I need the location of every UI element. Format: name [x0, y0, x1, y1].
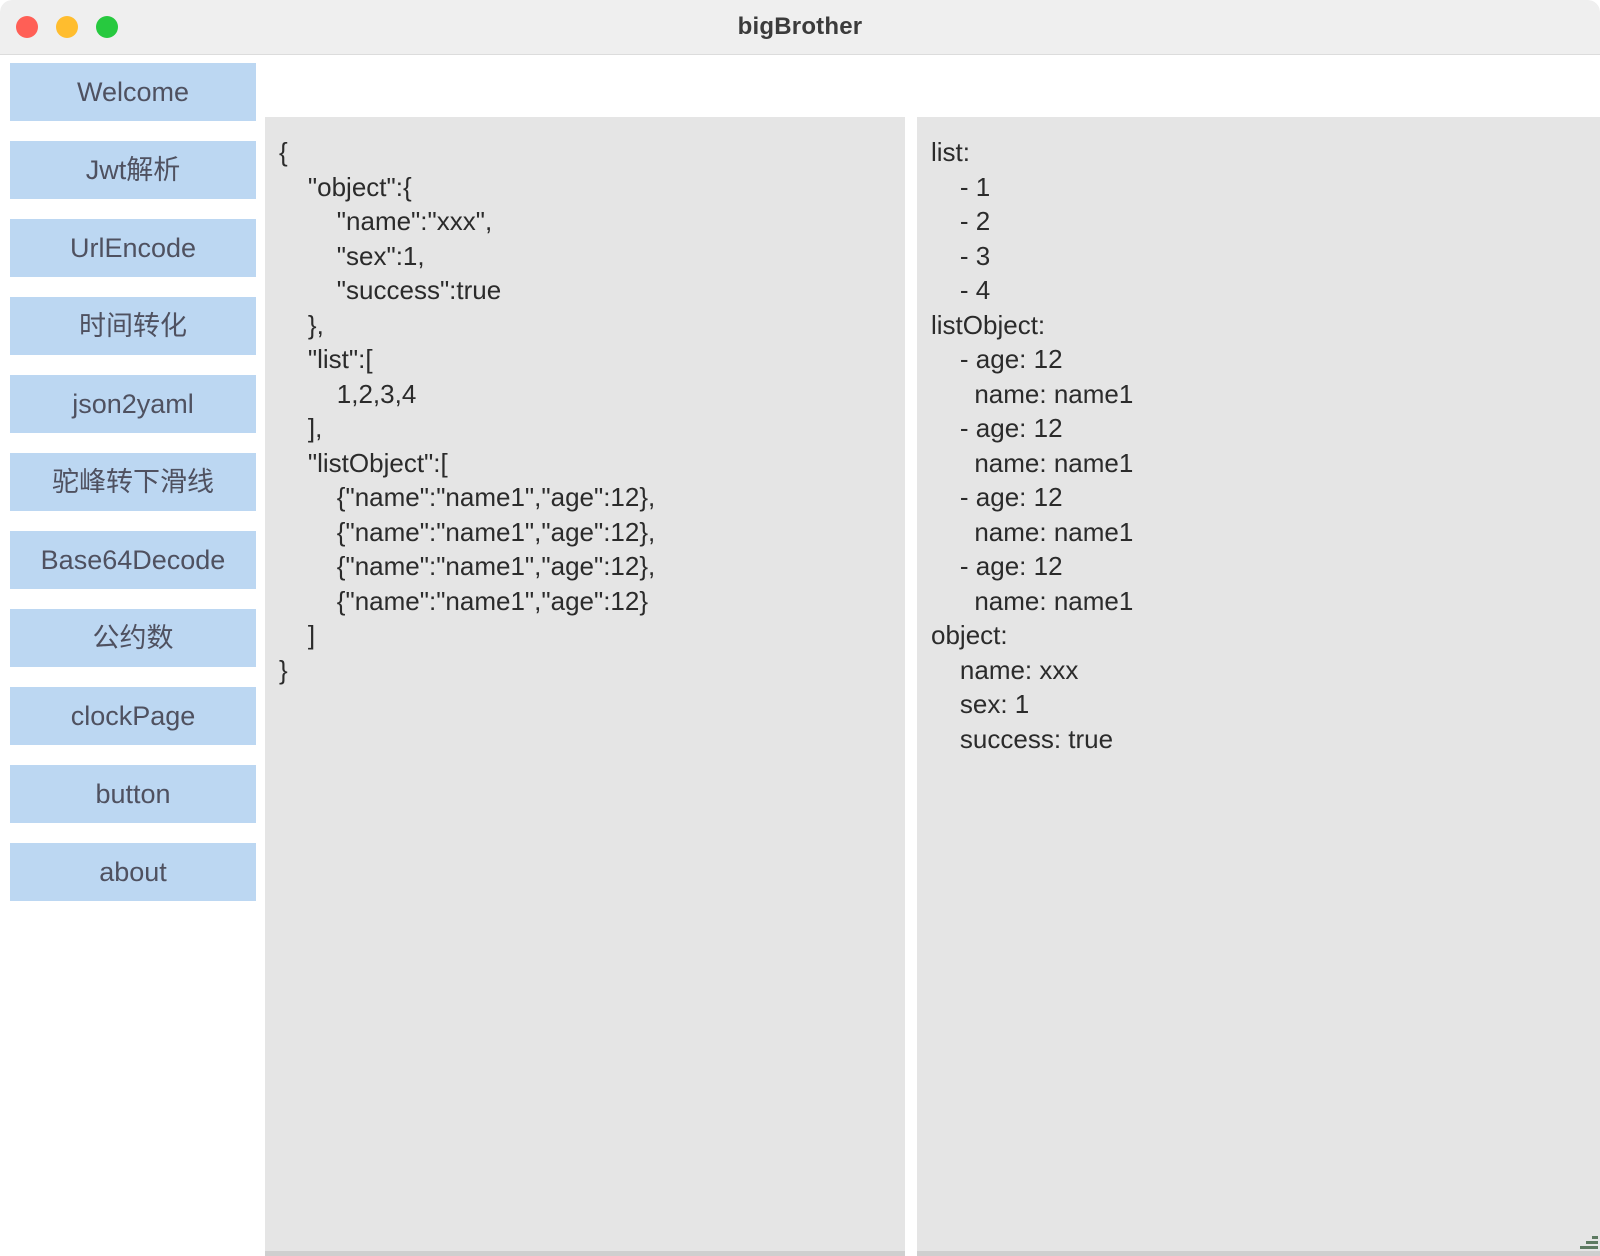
sidebar-item-button[interactable]: button	[10, 765, 256, 823]
sidebar-item-urlencode[interactable]: UrlEncode	[10, 219, 256, 277]
yaml-output-panel[interactable]: list: - 1 - 2 - 3 - 4 listObject: - age:…	[917, 117, 1600, 1256]
app-window: bigBrother Welcome Jwt解析 UrlEncode 时间转化 …	[0, 0, 1600, 1256]
yaml-output-textarea[interactable]: list: - 1 - 2 - 3 - 4 listObject: - age:…	[917, 117, 1600, 756]
json-input-panel[interactable]: { "object":{ "name":"xxx", "sex":1, "suc…	[265, 117, 905, 1256]
sidebar-item-common-divisor[interactable]: 公约数	[10, 609, 256, 667]
sidebar-item-time-convert[interactable]: 时间转化	[10, 297, 256, 355]
sidebar-item-welcome[interactable]: Welcome	[10, 63, 256, 121]
sidebar-item-camel-to-underscore[interactable]: 驼峰转下滑线	[10, 453, 256, 511]
resize-grip-icon[interactable]	[1578, 1229, 1600, 1251]
sidebar-item-base64decode[interactable]: Base64Decode	[10, 531, 256, 589]
sidebar-nav: Welcome Jwt解析 UrlEncode 时间转化 json2yaml 驼…	[10, 63, 256, 921]
main-content: Welcome Jwt解析 UrlEncode 时间转化 json2yaml 驼…	[0, 55, 1600, 1256]
sidebar-item-about[interactable]: about	[10, 843, 256, 901]
title-bar: bigBrother	[0, 0, 1600, 55]
sidebar-item-json2yaml[interactable]: json2yaml	[10, 375, 256, 433]
sidebar-item-clockpage[interactable]: clockPage	[10, 687, 256, 745]
sidebar-item-jwt-parse[interactable]: Jwt解析	[10, 141, 256, 199]
json-input-textarea[interactable]: { "object":{ "name":"xxx", "sex":1, "suc…	[265, 117, 905, 687]
window-title: bigBrother	[737, 13, 863, 40]
